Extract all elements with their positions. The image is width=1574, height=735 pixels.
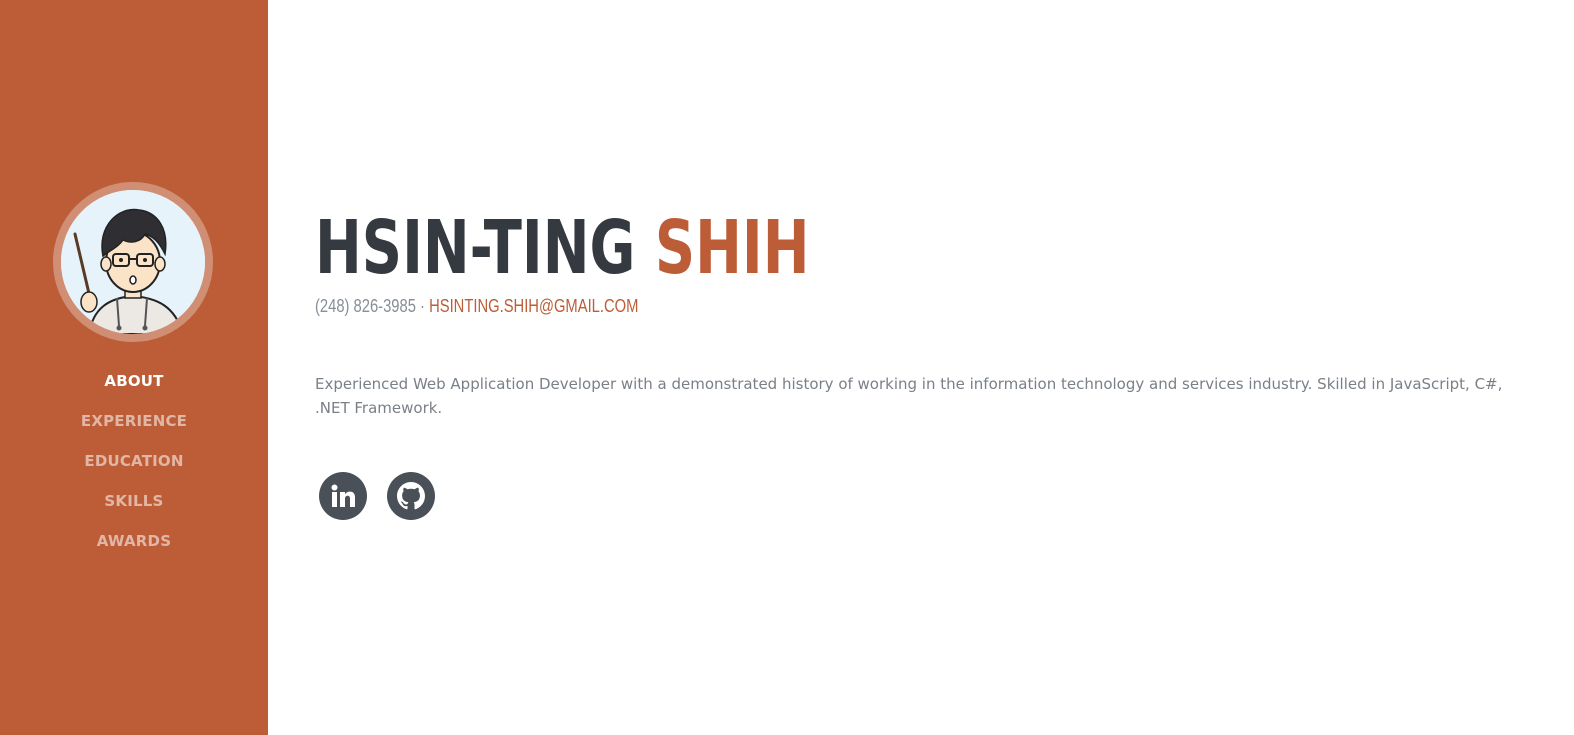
first-name: HSIN-TING	[315, 205, 636, 291]
nav-item-experience: EXPERIENCE	[0, 401, 268, 441]
github-icon	[397, 482, 425, 510]
avatar	[53, 182, 213, 342]
nav-link-skills[interactable]: SKILLS	[104, 492, 163, 510]
avatar-image	[61, 190, 205, 334]
nav-item-about: ABOUT	[0, 361, 268, 401]
linkedin-button[interactable]	[319, 472, 367, 520]
summary-text: Experienced Web Application Developer wi…	[315, 375, 1503, 417]
contact-separator: ·	[420, 296, 425, 316]
nav-link-about[interactable]: ABOUT	[104, 372, 163, 390]
person-illustration-icon	[61, 190, 205, 334]
linkedin-icon	[331, 484, 355, 507]
nav-link-awards[interactable]: AWARDS	[97, 532, 171, 550]
sidebar-nav: ABOUT EXPERIENCE EDUCATION SKILLS AWARDS	[0, 361, 268, 561]
email-link[interactable]: HSINTING.SHIH@GMAIL.COM	[429, 296, 638, 316]
github-button[interactable]	[387, 472, 435, 520]
sidebar: ABOUT EXPERIENCE EDUCATION SKILLS AWARDS	[0, 0, 268, 735]
social-icons	[319, 472, 435, 520]
page-title: HSIN-TING SHIH	[315, 200, 810, 296]
phone-number: (248) 826-3985	[315, 296, 416, 316]
last-name: SHIH	[654, 205, 810, 291]
nav-item-skills: SKILLS	[0, 481, 268, 521]
nav-link-education[interactable]: EDUCATION	[84, 452, 183, 470]
nav-item-awards: AWARDS	[0, 521, 268, 561]
nav-item-education: EDUCATION	[0, 441, 268, 481]
about-section: HSIN-TING SHIH (248) 826-3985 · HSINTING…	[268, 0, 1574, 735]
nav-link-experience[interactable]: EXPERIENCE	[81, 412, 187, 430]
contact-line: (248) 826-3985 · HSINTING.SHIH@GMAIL.COM	[315, 296, 638, 317]
